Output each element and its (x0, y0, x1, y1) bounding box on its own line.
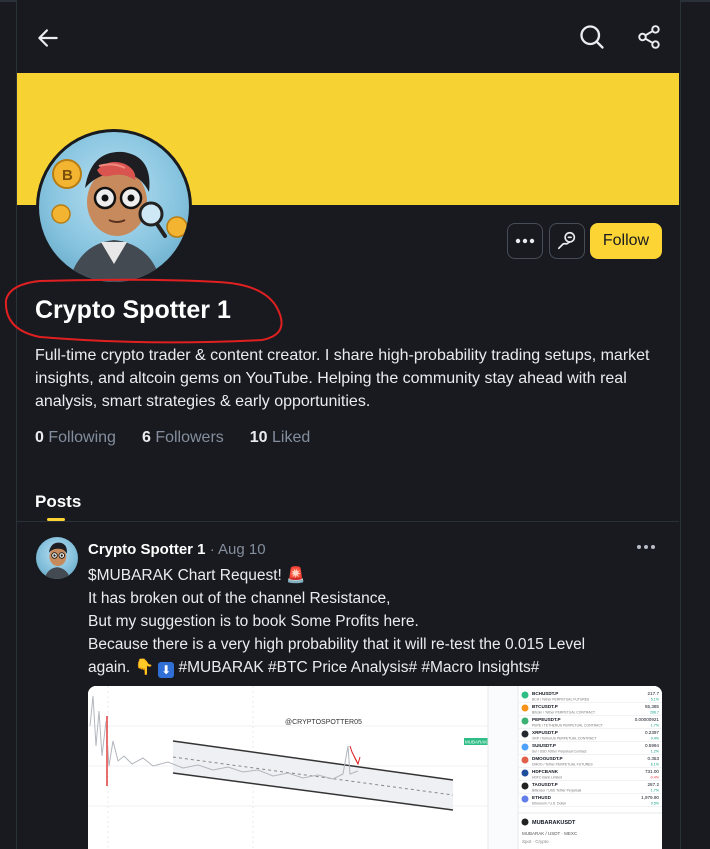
following-label: Following (48, 429, 116, 446)
watchlist-symbol: HDFCBANK (532, 769, 559, 774)
watchlist-change: 6.1% (651, 763, 660, 767)
post-line: again. 👇 ⬇ #MUBARAK #BTC Price Analysis#… (88, 656, 668, 679)
share-icon (638, 25, 660, 49)
profile-stats: 0 Following 6 Followers 10 Liked (35, 429, 310, 447)
watchlist-change: 206.7 (650, 711, 659, 715)
watchlist-coin-icon (521, 717, 529, 725)
watchlist-coin-icon (521, 691, 529, 699)
watchlist-change: -0.4% (650, 776, 660, 780)
watchlist-description: XRP / TetherUS PERPETUAL CONTRACT (532, 737, 597, 741)
profile-name: Crypto Spotter 1 (35, 296, 231, 324)
share-button[interactable] (634, 22, 664, 52)
post-author-avatar[interactable] (36, 537, 78, 579)
watchlist-symbol: BCHUSDT.P (532, 691, 558, 696)
watchlist-description: Bitcoin / Tether PERPETUAL CONTRACT (532, 711, 595, 715)
watchlist-price: 55,385 (645, 704, 659, 709)
watchlist-price: 731.00 (645, 769, 659, 774)
profile-bio: Full-time crypto trader & content creato… (35, 347, 650, 410)
watchlist-change: 1.2% (651, 750, 660, 754)
watchlist-description: Ethereum / U.S. Dollar (532, 802, 567, 806)
followers-label: Followers (155, 429, 224, 446)
watchlist-change: 1.7% (651, 789, 660, 793)
more-dots-icon (515, 238, 535, 244)
post-avatar-illustration (44, 542, 71, 579)
watchlist-coin-icon (521, 782, 529, 790)
watchlist-description: PEPE / TETHERUS PERPETUAL CONTRACT (532, 724, 603, 728)
watchlist-change: 0.5% (651, 802, 660, 806)
watchlist-description: DMOO / Tether PERPETUAL FUTURES (532, 763, 593, 767)
hand-coin-icon (557, 231, 576, 250)
watchlist-change: 0.4% (651, 737, 660, 741)
chart-watermark: @CRYPTOSPOTTER05 (285, 719, 362, 726)
post-author-name[interactable]: Crypto Spotter 1 (88, 541, 206, 558)
post-hashtags[interactable]: #MUBARAK #BTC Price Analysis# #Macro Ins… (174, 659, 539, 676)
watchlist-symbol: XRPUSDT.P (532, 730, 558, 735)
detail-market: Spot · Crypto (522, 839, 549, 844)
watchlist-price: 287.2 (648, 782, 660, 787)
watchlist-symbol: DMOOUSDT.P (532, 756, 563, 761)
watchlist-symbol: TAOUSDT.P (532, 782, 558, 787)
watchlist-price: 0.00000921 (635, 717, 660, 722)
following-count: 0 (35, 429, 44, 446)
post-body: $MUBARAK Chart Request! 🚨 It has broken … (88, 564, 668, 679)
search-button[interactable] (577, 22, 607, 52)
post-line-text: $MUBARAK Chart Request! (88, 567, 287, 584)
liked-label: Liked (272, 429, 311, 446)
liked-count: 10 (249, 429, 268, 446)
post-line: Because there is a very high probability… (88, 636, 586, 653)
stat-following[interactable]: 0 Following (35, 429, 116, 447)
back-button[interactable] (34, 24, 62, 52)
watchlist-price: 0.2397 (645, 730, 659, 735)
siren-emoji: 🚨 (286, 567, 306, 584)
watchlist-symbol: BTCUSDT.P (532, 704, 558, 709)
watchlist-description: Bittensor / USD Tether Perpetual (532, 789, 581, 793)
watchlist-symbol: ETHUSD (532, 795, 552, 800)
watchlist-price: 0.353 (648, 756, 660, 761)
post-more-button[interactable] (636, 538, 656, 561)
more-options-button[interactable] (507, 223, 543, 259)
arrow-left-icon (38, 29, 58, 47)
post-chart-image[interactable]: @CRYPTOSPOTTER05 MUBARAK USDT BCHUSDT.P B… (88, 686, 662, 849)
watchlist-coin-icon (521, 743, 529, 751)
watchlist-change: 5.1% (651, 698, 660, 702)
stat-followers[interactable]: 6 Followers (142, 429, 224, 447)
watchlist-price: 1,979.90 (641, 795, 659, 800)
svg-text:B: B (62, 167, 73, 184)
profile-avatar[interactable]: B (36, 129, 192, 285)
watchlist-change: 1.7% (651, 724, 660, 728)
watchlist-coin-icon (521, 704, 529, 712)
tab-posts[interactable]: Posts (35, 492, 81, 512)
tabs-divider (17, 521, 679, 522)
detail-pair: MUBARAK / USDT · MEXC (522, 831, 578, 836)
watchlist-coin-icon (521, 730, 529, 738)
watchlist-price: 0.5994 (645, 743, 659, 748)
post-date: · Aug 10 (209, 541, 266, 558)
post-line: $MUBARAK Chart Request! 🚨 (88, 564, 668, 587)
search-icon (580, 25, 604, 49)
post-line-text: again. (88, 659, 135, 676)
watchlist-coin-icon (521, 769, 529, 777)
watchlist-description: HDFC Bank Limited (532, 776, 562, 780)
stat-liked[interactable]: 10 Liked (250, 429, 311, 447)
watchlist-symbol: PEPEUSDT.P (532, 717, 561, 722)
post-line: But my suggestion is to book Some Profit… (88, 613, 419, 630)
detail-symbol: MUBARAKUSDT (532, 820, 576, 826)
chart-screenshot: @CRYPTOSPOTTER05 MUBARAK USDT BCHUSDT.PB… (88, 686, 662, 849)
watchlist-symbol: SUIUSDT.P (532, 743, 556, 748)
post-line: It has broken out of the channel Resista… (88, 590, 391, 607)
avatar-illustration: B (51, 151, 188, 282)
follow-button[interactable]: Follow (590, 223, 662, 259)
watchlist-description: BCH / Tether PERPETUAL FUTURES (532, 698, 590, 702)
post-header: Crypto Spotter 1 · Aug 10 (88, 541, 266, 558)
tip-button[interactable] (549, 223, 585, 259)
pointing-down-emoji: 👇 (134, 659, 154, 676)
more-dots-icon (637, 545, 655, 549)
watchlist-coin-icon (521, 756, 529, 764)
watchlist-coin-icon (521, 795, 529, 803)
down-arrow-emoji: ⬇ (158, 662, 175, 678)
watchlist-description: Sui / USD Tether Perpetual Contract (532, 750, 586, 754)
watchlist-price: 217.7 (648, 691, 660, 696)
followers-count: 6 (141, 429, 151, 446)
